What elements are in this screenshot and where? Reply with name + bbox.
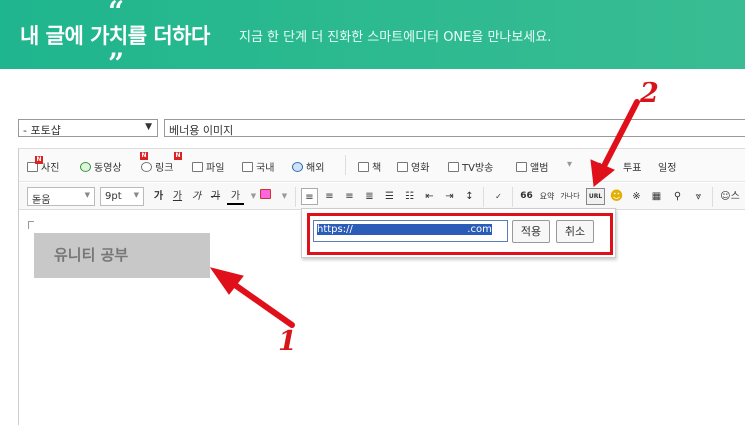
annotation-number-2: 2 bbox=[640, 78, 659, 109]
annotation-arrows bbox=[209, 99, 640, 328]
arrow-2 bbox=[590, 99, 640, 187]
arrow-1 bbox=[209, 267, 295, 328]
annotation-number-1: 1 bbox=[278, 326, 297, 357]
